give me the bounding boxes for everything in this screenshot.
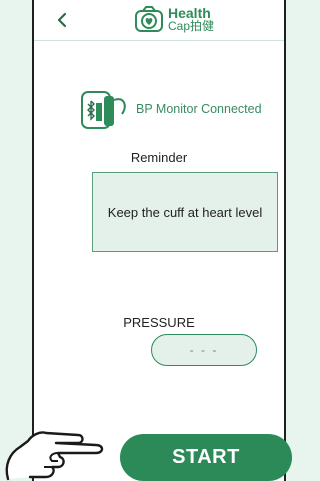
device-connection-row: BP Monitor Connected [78,86,288,132]
pressure-label: PRESSURE [123,315,195,330]
bp-monitor-icon [81,91,126,129]
reminder-message: Keep the cuff at heart level [92,172,278,252]
chevron-left-icon[interactable] [52,10,72,30]
logo-subtitle: Cap拍健 [168,19,215,33]
start-button[interactable]: START [120,434,292,481]
pressure-value: - - - [151,334,257,366]
health-cap-logo-icon [135,6,163,32]
app-header: Health Cap拍健 [34,0,284,41]
reminder-title: Reminder [130,150,188,165]
pointing-hand-icon [5,431,104,481]
device-status-text: BP Monitor Connected [136,102,262,116]
app-logo: Health Cap拍健 [134,5,214,35]
